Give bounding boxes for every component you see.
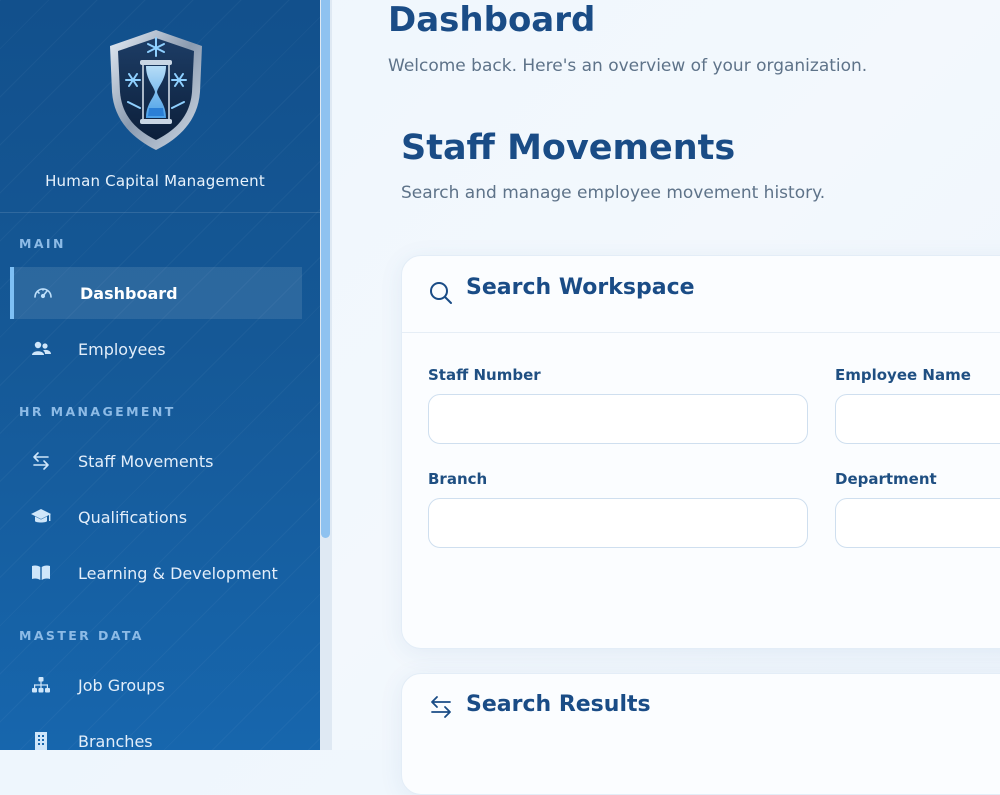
speedometer-icon [32, 282, 54, 304]
section-label-hr-management: HR MANAGEMENT [19, 404, 176, 419]
sidebar-item-learning-development[interactable]: Learning & Development [10, 547, 302, 599]
brand: Human Capital Management [0, 0, 320, 213]
section-label-main: MAIN [19, 236, 66, 251]
staff-number-label: Staff Number [428, 366, 541, 384]
sidebar-item-employees[interactable]: Employees [10, 323, 302, 375]
hierarchy-icon [30, 674, 52, 696]
graduation-cap-icon [30, 506, 52, 528]
shield-hourglass-logo [110, 30, 202, 150]
sidebar-item-label: Branches [78, 731, 153, 751]
sidebar-item-staff-movements[interactable]: Staff Movements [10, 435, 302, 487]
page-subtitle: Welcome back. Here's an overview of your… [388, 56, 868, 76]
transfer-arrows-icon [30, 450, 52, 472]
brand-name: Human Capital Management [45, 172, 265, 190]
section-label-master-data: MASTER DATA [19, 628, 144, 643]
department-input[interactable] [835, 498, 1000, 548]
card-header: Search Results [402, 674, 1000, 750]
branch-input[interactable] [428, 498, 808, 548]
transfer-arrows-icon [431, 696, 451, 718]
sidebar-item-label: Job Groups [78, 675, 165, 695]
building-icon [30, 730, 52, 750]
page-title: Dashboard [388, 0, 596, 40]
employee-name-input[interactable] [835, 394, 1000, 444]
sidebar-item-label: Employees [78, 339, 166, 359]
sidebar-item-qualifications[interactable]: Qualifications [10, 491, 302, 543]
book-icon [30, 562, 52, 584]
search-results-card: Search Results [401, 673, 1000, 795]
sidebar-item-label: Qualifications [78, 507, 188, 527]
sidebar-item-label: Dashboard [80, 283, 178, 303]
employee-name-label: Employee Name [835, 366, 971, 384]
branch-label: Branch [428, 470, 488, 488]
card-header: Search Workspace [402, 256, 1000, 333]
search-icon [430, 282, 452, 304]
staff-number-input[interactable] [428, 394, 808, 444]
department-label: Department [835, 470, 937, 488]
search-workspace-card: Search Workspace Staff Number Employee N… [401, 255, 1000, 649]
sidebar: Human Capital Management MAIN Dashboard … [0, 0, 320, 750]
users-icon [30, 338, 52, 360]
sidebar-item-dashboard[interactable]: Dashboard [10, 267, 302, 319]
sidebar-scrollbar-thumb[interactable] [321, 0, 330, 538]
sidebar-item-label: Learning & Development [78, 563, 278, 583]
section-subtitle: Search and manage employee movement hist… [401, 183, 826, 203]
card-title: Search Results [466, 692, 651, 717]
sidebar-item-label: Staff Movements [78, 451, 214, 471]
card-title: Search Workspace [466, 275, 695, 300]
sidebar-item-branches[interactable]: Branches [10, 715, 302, 750]
sidebar-item-job-groups[interactable]: Job Groups [10, 659, 302, 711]
section-title: Staff Movements [401, 128, 736, 168]
